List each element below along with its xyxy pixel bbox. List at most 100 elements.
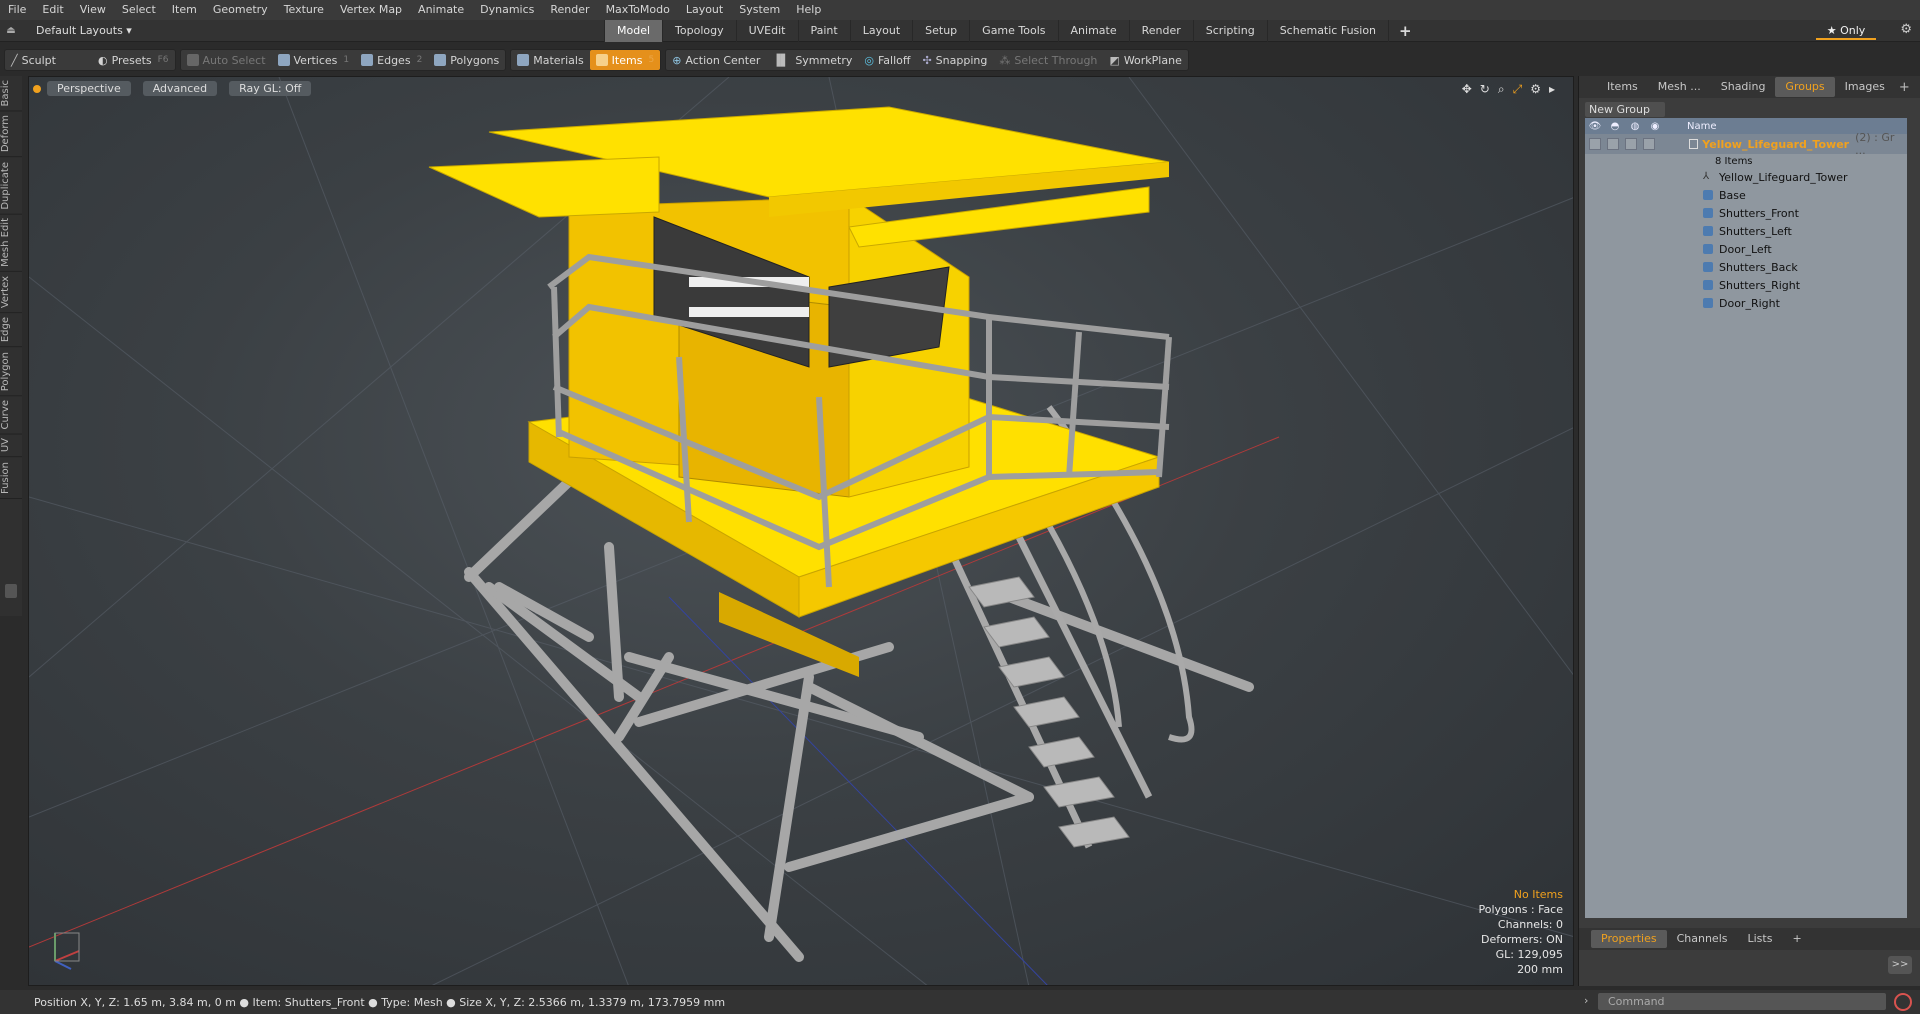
viewport-menu-icon[interactable]: ▸ [1549, 82, 1555, 97]
properties-tab-lists[interactable]: Lists [1738, 930, 1783, 948]
menu-item-geometry[interactable]: Geometry [205, 0, 276, 20]
items-button[interactable]: Items 5 [589, 50, 661, 70]
3d-viewport[interactable]: Perspective Advanced Ray GL: Off ✥ ↻ ⌕ ⤢… [28, 76, 1574, 986]
select-toggle[interactable] [1625, 138, 1637, 150]
tab-animate[interactable]: Animate [1057, 20, 1129, 42]
properties-tab-channels[interactable]: Channels [1667, 930, 1738, 948]
menu-item-edit[interactable]: Edit [34, 0, 71, 20]
group-item-row[interactable]: Door_Left [1585, 240, 1907, 258]
left-panel-toggle[interactable] [5, 584, 17, 598]
auto-select-button[interactable]: Auto Select [181, 50, 272, 70]
tab-paint[interactable]: Paint [797, 20, 850, 42]
zoom-icon[interactable]: ⌕ [1498, 82, 1505, 97]
tab-schematic-fusion[interactable]: Schematic Fusion [1266, 20, 1388, 42]
polygons-button[interactable]: Polygons [428, 50, 505, 70]
left-tab-duplicate[interactable]: Duplicate [0, 157, 22, 215]
only-toggle[interactable]: ★ Only [1816, 22, 1876, 40]
group-item-row[interactable]: Shutters_Right [1585, 276, 1907, 294]
group-item-row[interactable]: Shutters_Back [1585, 258, 1907, 276]
visibility-header-icon[interactable]: 👁 [1585, 121, 1605, 132]
select-header-icon[interactable]: ◍ [1625, 121, 1645, 132]
symmetry-button[interactable]: ▐▌ Symmetry [766, 50, 858, 70]
menu-item-select[interactable]: Select [114, 0, 164, 20]
tab-model[interactable]: Model [604, 20, 663, 42]
render-header-icon[interactable]: ◉ [1645, 121, 1665, 132]
panel-tab-images[interactable]: Images [1835, 77, 1895, 97]
menu-item-dynamics[interactable]: Dynamics [472, 0, 542, 20]
menu-item-render[interactable]: Render [542, 0, 597, 20]
tab-layout[interactable]: Layout [849, 20, 912, 42]
menu-item-animate[interactable]: Animate [410, 0, 472, 20]
group-item-row[interactable]: Shutters_Left [1585, 222, 1907, 240]
groups-list[interactable]: 👁 ◓ ◍ ◉ Name Yellow_Lifeguard_Tower (2) … [1585, 118, 1907, 918]
falloff-button[interactable]: ◎ Falloff [858, 50, 916, 70]
add-properties-tab-button[interactable]: + [1782, 930, 1811, 948]
eject-icon[interactable]: ⏏ [0, 25, 22, 36]
vertices-button[interactable]: Vertices 1 [272, 50, 356, 70]
menu-item-view[interactable]: View [72, 0, 114, 20]
menu-item-help[interactable]: Help [788, 0, 829, 20]
left-tab-curve[interactable]: Curve [0, 395, 22, 435]
menu-item-maxtomodo[interactable]: MaxToModo [598, 0, 678, 20]
menu-item-system[interactable]: System [731, 0, 788, 20]
group-item-row[interactable]: Door_Right [1585, 294, 1907, 312]
panel-tab-shading[interactable]: Shading [1711, 77, 1776, 97]
tab-game-tools[interactable]: Game Tools [969, 20, 1057, 42]
maximize-icon[interactable]: ⤢ [1513, 82, 1523, 97]
tab-uvedit[interactable]: UVEdit [735, 20, 798, 42]
add-panel-tab-button[interactable]: + [1899, 80, 1910, 95]
menu-item-vertex-map[interactable]: Vertex Map [332, 0, 410, 20]
lock-toggle[interactable] [1607, 138, 1619, 150]
select-through-button[interactable]: ⁂ Select Through [993, 50, 1103, 70]
left-tab-edge[interactable]: Edge [0, 313, 22, 348]
menu-item-file[interactable]: File [0, 0, 34, 20]
action-center-button[interactable]: ⊕ Action Center [666, 50, 766, 70]
edges-button[interactable]: Edges 2 [355, 50, 428, 70]
left-tab-vertex[interactable]: Vertex [0, 272, 22, 314]
render-toggle[interactable] [1643, 138, 1655, 150]
left-tab-mesh-edit[interactable]: Mesh Edit [0, 214, 22, 273]
view-mode-button[interactable]: Perspective [47, 81, 131, 96]
rotate-icon[interactable]: ↻ [1480, 82, 1490, 97]
sculpt-button[interactable]: ╱ Sculpt [5, 50, 62, 70]
name-column-header[interactable]: Name [1687, 121, 1717, 132]
left-tab-deform[interactable]: Deform [0, 111, 22, 158]
add-tab-button[interactable]: + [1388, 20, 1422, 42]
visibility-toggle[interactable] [1589, 138, 1601, 150]
tab-setup[interactable]: Setup [912, 20, 969, 42]
group-item-row[interactable]: Shutters_Front [1585, 204, 1907, 222]
presets-button[interactable]: ◐ Presets F6 [92, 50, 175, 70]
left-tab-fusion[interactable]: Fusion [0, 457, 22, 499]
group-item-row[interactable]: Base [1585, 186, 1907, 204]
lock-header-icon[interactable]: ◓ [1605, 121, 1625, 132]
pan-icon[interactable]: ✥ [1462, 82, 1472, 97]
tab-topology[interactable]: Topology [662, 20, 736, 42]
command-input[interactable]: Command [1598, 993, 1886, 1010]
viewport-gear-icon[interactable]: ⚙ [1530, 82, 1541, 97]
expand-button[interactable]: >> [1888, 956, 1912, 974]
left-tab-uv[interactable]: UV [0, 434, 22, 458]
viewport-dot-icon[interactable] [33, 84, 41, 93]
group-item-row[interactable]: ⅄ Yellow_Lifeguard_Tower [1585, 168, 1907, 186]
command-record-icon[interactable] [1894, 993, 1912, 1011]
snapping-button[interactable]: ✣ Snapping [916, 50, 993, 70]
new-group-button[interactable]: New Group [1585, 102, 1665, 117]
advanced-button[interactable]: Advanced [142, 81, 218, 96]
panel-tab-groups[interactable]: Groups [1775, 77, 1835, 97]
group-row[interactable]: Yellow_Lifeguard_Tower (2) : Gr ... [1585, 131, 1907, 157]
panel-tab-items[interactable]: Items [1597, 77, 1648, 97]
tab-render[interactable]: Render [1128, 20, 1193, 42]
left-tab-polygon[interactable]: Polygon [0, 347, 22, 396]
materials-button[interactable]: Materials [511, 50, 589, 70]
panel-tab-mesh[interactable]: Mesh ... [1648, 77, 1711, 97]
left-tab-basic[interactable]: Basic [0, 76, 22, 112]
layout-selector[interactable]: Default Layouts ▾ [36, 24, 132, 37]
menu-item-layout[interactable]: Layout [678, 0, 731, 20]
gear-icon[interactable]: ⚙ [1900, 22, 1912, 37]
menu-item-item[interactable]: Item [164, 0, 205, 20]
menu-item-texture[interactable]: Texture [276, 0, 332, 20]
tab-scripting[interactable]: Scripting [1192, 20, 1267, 42]
properties-tab-properties[interactable]: Properties [1591, 930, 1667, 948]
raygl-button[interactable]: Ray GL: Off [229, 81, 312, 96]
workplane-button[interactable]: ◩ WorkPlane [1103, 50, 1187, 70]
